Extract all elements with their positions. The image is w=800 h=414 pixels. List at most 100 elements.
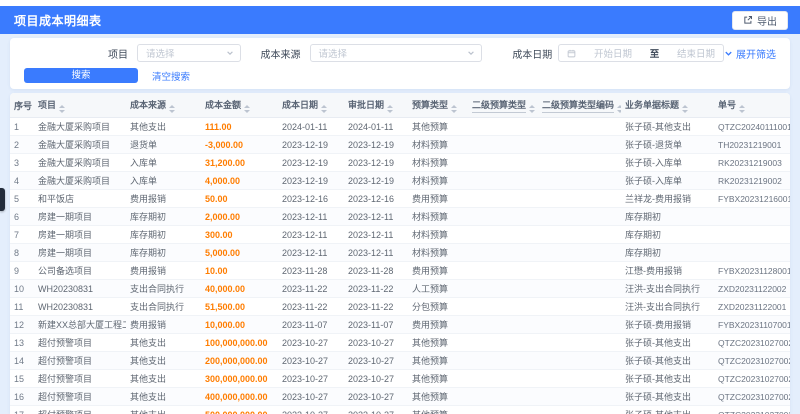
sort-icon[interactable]	[682, 105, 688, 113]
table-row: 3金融大厦采购项目入库单31,200.002023-12-192023-12-1…	[10, 154, 790, 172]
column-label-cost_date: 成本日期	[282, 98, 318, 111]
cell-cost_date: 2023-12-11	[278, 208, 344, 226]
cell-amount: 10.00	[201, 262, 278, 280]
cell-doc_title: 张子硕-其他支出	[621, 406, 714, 414]
cell-budget_type2_code	[538, 262, 621, 280]
cost-source-select[interactable]: 请选择	[310, 44, 483, 62]
cell-index: 15	[10, 370, 34, 388]
project-select[interactable]: 请选择	[137, 44, 241, 62]
sort-icon[interactable]	[451, 105, 457, 113]
cell-cost_date: 2023-10-27	[278, 370, 344, 388]
sort-icon[interactable]	[59, 105, 65, 113]
search-button[interactable]: 搜索	[24, 68, 138, 83]
side-drawer-handle[interactable]	[0, 188, 5, 211]
cell-budget_type2	[468, 280, 538, 298]
cell-amount: 111.00	[201, 118, 278, 136]
cell-amount: 300,000,000.00	[201, 370, 278, 388]
sort-icon[interactable]	[739, 105, 745, 113]
cell-budget_type2_code	[538, 316, 621, 334]
cell-project: 超付预警项目	[34, 388, 126, 406]
table-row: 8房建一期项目库存期初5,000.002023-12-112023-12-11材…	[10, 244, 790, 262]
cell-doc_no: FYBX20231107001	[714, 316, 790, 334]
cell-budget_type2_code	[538, 244, 621, 262]
cell-budget_type: 其他预算	[408, 334, 468, 352]
table-row: 16超付预警项目其他支出400,000,000.002023-10-272023…	[10, 388, 790, 406]
cell-source: 费用报销	[126, 190, 201, 208]
column-header-doc_no[interactable]: 单号	[714, 93, 790, 118]
table-row: 2金融大厦采购项目退货单-3,000.002023-12-192023-12-1…	[10, 136, 790, 154]
cell-cost_date: 2023-11-22	[278, 298, 344, 316]
sort-icon[interactable]	[321, 105, 327, 113]
cell-doc_title: 张子硕-其他支出	[621, 118, 714, 136]
cell-approve_date: 2023-12-19	[344, 172, 408, 190]
cell-cost_date: 2024-01-11	[278, 118, 344, 136]
sort-icon[interactable]	[617, 105, 621, 113]
column-header-cost_date[interactable]: 成本日期	[278, 93, 344, 118]
sort-icon[interactable]	[529, 105, 535, 113]
cell-project: 房建一期项目	[34, 244, 126, 262]
column-header-doc_title[interactable]: 业务单据标题	[621, 93, 714, 118]
cell-budget_type2	[468, 406, 538, 414]
cell-approve_date: 2023-11-07	[344, 316, 408, 334]
sort-icon[interactable]	[387, 105, 393, 113]
column-header-budget_type2_code[interactable]: 二级预算类型编码	[538, 93, 621, 118]
table-row: 17超付预警项目其他支出500,000,000.002023-10-272023…	[10, 406, 790, 414]
table-row: 4金融大厦采购项目入库单4,000.002023-12-192023-12-19…	[10, 172, 790, 190]
cell-project: 超付预警项目	[34, 352, 126, 370]
sort-icon[interactable]	[169, 105, 175, 113]
cell-doc_no: QTZC20231027002	[714, 352, 790, 370]
calendar-icon	[567, 49, 576, 58]
cell-cost_date: 2023-12-11	[278, 226, 344, 244]
column-header-project[interactable]: 项目	[34, 93, 126, 118]
cell-index: 9	[10, 262, 34, 280]
cell-approve_date: 2023-12-16	[344, 190, 408, 208]
column-header-amount[interactable]: 成本金额	[201, 93, 278, 118]
column-header-index: 序号	[10, 93, 34, 118]
cell-index: 1	[10, 118, 34, 136]
column-header-budget_type[interactable]: 预算类型	[408, 93, 468, 118]
cell-project: 超付预警项目	[34, 334, 126, 352]
cell-cost_date: 2023-12-19	[278, 136, 344, 154]
cell-budget_type: 费用预算	[408, 316, 468, 334]
export-button[interactable]: 导出	[732, 11, 788, 30]
cell-budget_type2	[468, 172, 538, 190]
cell-doc_title: 张子硕-入库单	[621, 172, 714, 190]
cell-budget_type2_code	[538, 280, 621, 298]
column-header-source[interactable]: 成本来源	[126, 93, 201, 118]
date-range-separator: 至	[650, 46, 660, 60]
clear-search-link[interactable]: 清空搜索	[152, 69, 190, 83]
column-header-budget_type2[interactable]: 二级预算类型	[468, 93, 538, 118]
cell-project: 房建一期项目	[34, 208, 126, 226]
cell-doc_no: FYBX20231216001	[714, 190, 790, 208]
cell-doc_title: 兰祥龙-费用报销	[621, 190, 714, 208]
project-select-placeholder: 请选择	[146, 46, 175, 60]
expand-filter-link[interactable]: 展开筛选	[724, 46, 776, 61]
table-row: 1金融大厦采购项目其他支出111.002024-01-112024-01-11其…	[10, 118, 790, 136]
cell-budget_type2_code	[538, 388, 621, 406]
cell-budget_type2_code	[538, 352, 621, 370]
cell-budget_type: 材料预算	[408, 172, 468, 190]
cell-project: 超付预警项目	[34, 370, 126, 388]
cell-source: 库存期初	[126, 226, 201, 244]
cell-index: 10	[10, 280, 34, 298]
cell-amount: 4,000.00	[201, 172, 278, 190]
cell-approve_date: 2023-12-19	[344, 154, 408, 172]
cell-index: 4	[10, 172, 34, 190]
sort-icon[interactable]	[244, 105, 250, 113]
cell-doc_no: TH20231219001	[714, 136, 790, 154]
cost-date-range-picker[interactable]: 开始日期 至 结束日期	[558, 44, 724, 62]
cell-budget_type: 其他预算	[408, 388, 468, 406]
column-label-budget_type: 预算类型	[412, 98, 448, 111]
cell-project: WH20230831	[34, 298, 126, 316]
column-label-budget_type2: 二级预算类型	[472, 98, 526, 113]
cell-amount: 40,000.00	[201, 280, 278, 298]
cell-budget_type2	[468, 226, 538, 244]
cost-table: 序号项目成本来源成本金额成本日期 审批日期预算类型 二级预算类型二级预算类型编码业务…	[10, 93, 790, 414]
cell-source: 费用报销	[126, 316, 201, 334]
cell-cost_date: 2023-10-27	[278, 352, 344, 370]
cell-budget_type2_code	[538, 226, 621, 244]
column-header-approve_date[interactable]: 审批日期	[344, 93, 408, 118]
cell-budget_type2_code	[538, 208, 621, 226]
table-row: 9公司备选项目费用报销10.002023-11-282023-11-28费用预算…	[10, 262, 790, 280]
cell-amount: 50.00	[201, 190, 278, 208]
